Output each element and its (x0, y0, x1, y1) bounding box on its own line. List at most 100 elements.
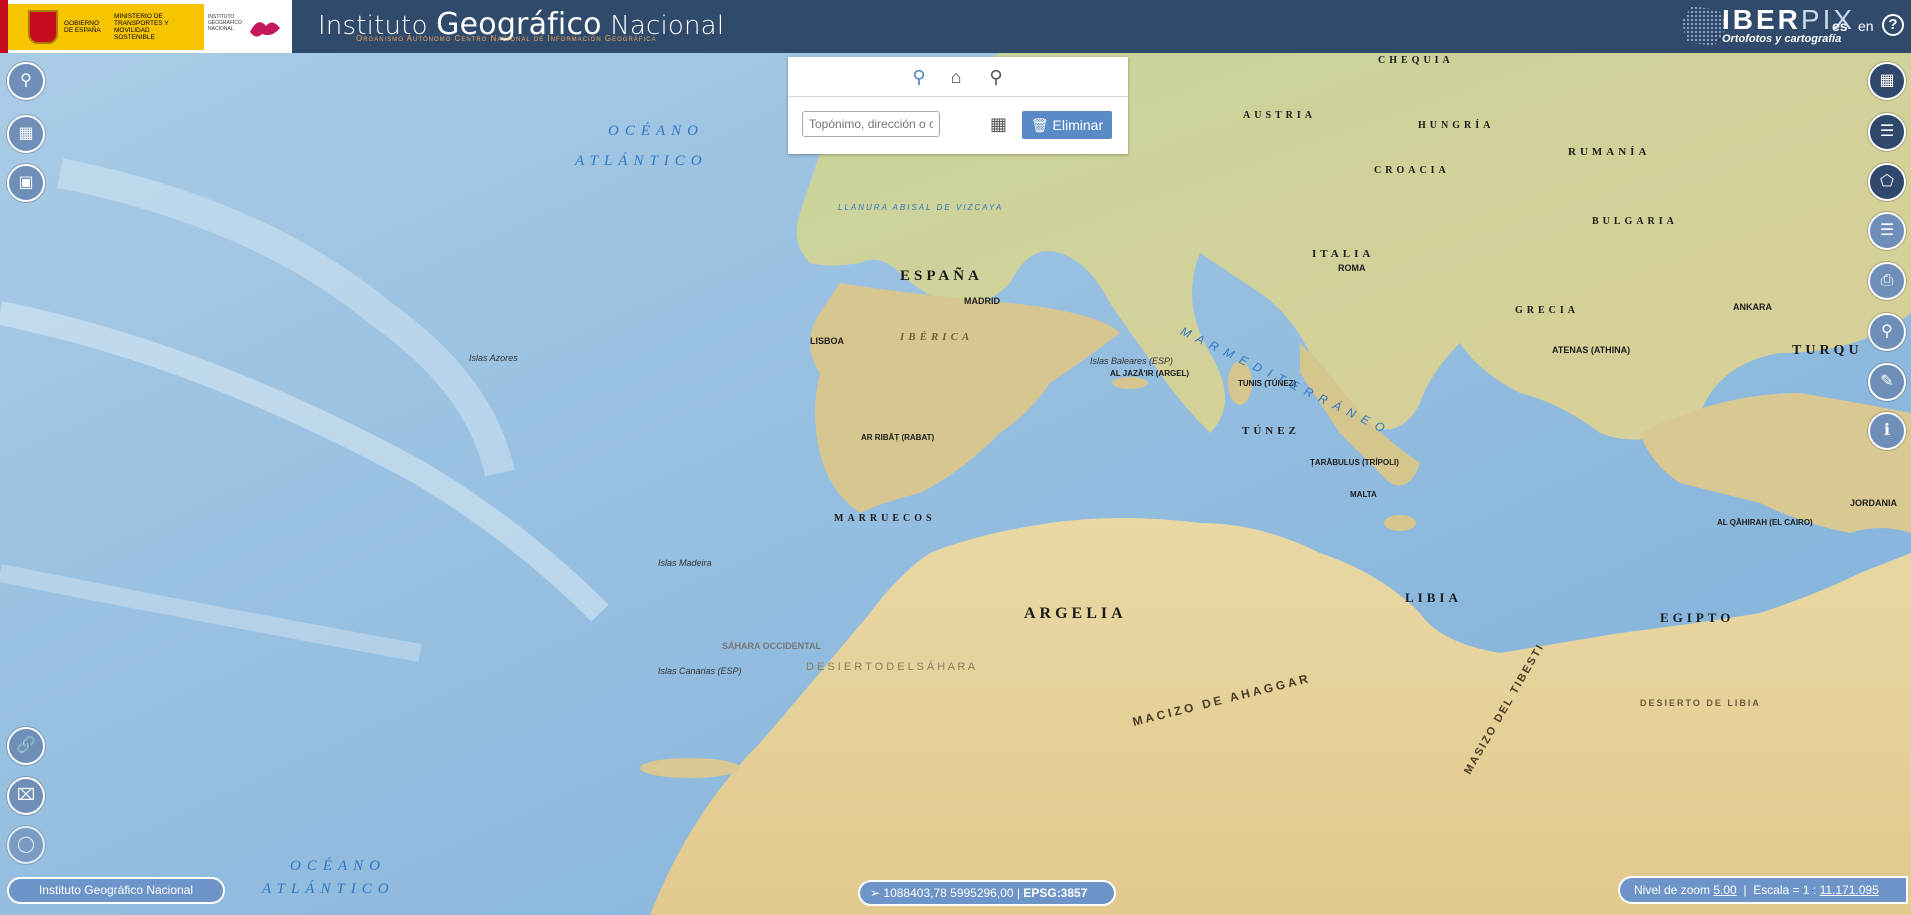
location-pin-icon[interactable]: ⚲ (983, 64, 1009, 90)
label-tripoli: ṬARĀBULUS (TRÍPOLI) (1310, 458, 1399, 467)
canary-islands (640, 758, 740, 778)
label-tunez: TÚNEZ (1242, 425, 1300, 437)
help-button[interactable]: ? (1882, 14, 1904, 36)
label-bulgaria: BULGARIA (1592, 216, 1678, 227)
label-lisboa: LISBOA (810, 336, 845, 346)
search-input[interactable] (802, 111, 940, 137)
ign-logo-icon (250, 22, 280, 37)
label-rabat: AR RIBĀṬ (RABAT) (861, 433, 935, 442)
label-malta: MALTA (1350, 490, 1377, 499)
coordinates-value: 1088403,78 5995296,00 (883, 886, 1014, 900)
label-egipto: EGIPTO (1660, 610, 1735, 625)
label-roma: ROMA (1338, 263, 1366, 273)
zoom-search-icon: ⚲ (20, 72, 32, 89)
government-banner: GOBIERNO DE ESPAÑA MINISTERIO DE TRANSPO… (8, 4, 204, 50)
lang-en-link[interactable]: en (1858, 18, 1874, 34)
label-el-cairo: AL QĀHIRAH (EL CAIRO) (1717, 518, 1813, 527)
label-chequia: CHEQUIA (1378, 55, 1454, 66)
zoom-scale-display: Nivel de zoom 5.00 | Escala = 1 : 11.171… (1618, 876, 1908, 904)
app-header: GOBIERNO DE ESPAÑA MINISTERIO DE TRANSPO… (0, 0, 1911, 53)
label-grecia: GRECIA (1515, 305, 1580, 316)
draw-button[interactable]: ⬠ (1868, 163, 1906, 201)
ign-link-button[interactable]: Instituto Geográfico Nacional (7, 877, 225, 904)
search-location-icon[interactable]: ⚲ (906, 64, 932, 90)
label-jordania: JORDANIA (1850, 498, 1898, 508)
cursor-icon: ➢ (870, 886, 881, 900)
label-madrid: MADRID (964, 296, 1000, 306)
globe-button[interactable]: ◯ (7, 826, 45, 864)
label-atenas: ATENAS (ATHINA) (1552, 345, 1631, 355)
label-desierto-libia: DESIERTO DE LIBIA (1640, 698, 1761, 708)
label-argelia: ARGELIA (1024, 605, 1127, 622)
government-logo[interactable]: GOBIERNO DE ESPAÑA MINISTERIO DE TRANSPO… (0, 0, 292, 53)
info-icon: ℹ (1883, 422, 1891, 439)
label-ankara: ANKARA (1733, 302, 1772, 312)
label-islas-madeira: Islas Madeira (658, 558, 712, 568)
label-espana: ESPAÑA (900, 268, 983, 284)
grid-icon: ▦ (1879, 72, 1895, 89)
search-panel: ⚲ ⌂ ⚲ ▦ 🗑 Eliminar (788, 57, 1128, 154)
label-baleares: Islas Baleares (ESP) (1090, 356, 1174, 366)
label-llanura-vizcaya: LLANURA ABISAL DE VIZCAYA (838, 203, 1004, 212)
home-search-icon[interactable]: ⌂ (943, 64, 969, 90)
print-button[interactable]: ⎙ (1868, 262, 1906, 300)
share-button[interactable]: ⌧ (7, 777, 45, 815)
epsg-code: EPSG:3857 (1023, 886, 1088, 900)
layers-button[interactable]: ☰ (1868, 113, 1906, 151)
site-subtitle: Organismo Autónomo Centro Nacional de In… (356, 34, 657, 43)
search-tabs: ⚲ ⌂ ⚲ (788, 57, 1128, 97)
label-islas-azores: Islas Azores (469, 353, 518, 363)
label-argel: AL JAZĀ'IR (ARGEL) (1110, 369, 1190, 378)
scale-value[interactable]: 11.171.095 (1820, 883, 1879, 897)
grid-button[interactable]: ▦ (1868, 62, 1906, 100)
label-austria: AUSTRIA (1243, 110, 1317, 121)
label-italia: ITALIA (1312, 248, 1375, 260)
label-croacia: CROACIA (1374, 165, 1450, 176)
location-query-button[interactable]: ⚲ (1868, 313, 1906, 351)
zoom-extent-icon: ▦ (18, 125, 34, 142)
label-oceano: OCÉANO (608, 123, 704, 139)
delete-label: Eliminar (1052, 117, 1104, 133)
zoom-search-button[interactable]: ⚲ (7, 62, 45, 100)
app-subtitle: Ortofotos y cartografía (1722, 33, 1842, 45)
map-canvas[interactable]: OCÉANO ATLÁNTICO OCÉANO ATLÁNTICO ESPAÑA… (0, 53, 1911, 915)
trash-icon: 🗑 (1030, 117, 1049, 133)
zoom-label: Nivel de zoom (1634, 883, 1711, 897)
map-pick-icon[interactable]: ▦ (990, 111, 1014, 137)
display-button[interactable]: ▣ (7, 164, 45, 202)
coat-of-arms-icon (28, 10, 58, 44)
label-turquia: TURQU (1792, 343, 1863, 358)
label-atlantico-2: ATLÁNTICO (262, 881, 395, 897)
display-icon: ▣ (18, 174, 34, 191)
label-iberica: IBÉRICA (900, 331, 974, 343)
sicily (1384, 515, 1416, 531)
ign-logo-label: INSTITUTO GEOGRÁFICO NACIONAL (208, 14, 242, 32)
draw-polygon-icon: ⬠ (1880, 173, 1894, 190)
zoom-extent-button[interactable]: ▦ (7, 115, 45, 153)
ministry-label: MINISTERIO DE TRANSPORTES Y MOVILIDAD SO… (114, 13, 169, 41)
measure-button[interactable]: ✎ (1868, 363, 1906, 401)
coordinates-display[interactable]: ➢ 1088403,78 5995296,00 | EPSG:3857 (858, 880, 1116, 906)
zoom-value[interactable]: 5.00 (1713, 883, 1736, 897)
layers-icon: ☰ (1879, 123, 1895, 140)
lang-es-link[interactable]: es (1832, 18, 1848, 34)
app-name-part1: IBER (1722, 4, 1801, 35)
label-hungria: HUNGRÍA (1418, 120, 1495, 131)
balearic-islands (1112, 377, 1148, 389)
catalog-button[interactable]: ☰ (1868, 212, 1906, 250)
share-icon: ⌧ (16, 787, 36, 804)
scale-label: Escala = 1 : (1753, 883, 1817, 897)
catalog-icon: ☰ (1879, 222, 1895, 239)
label-oceano-2: OCÉANO (290, 858, 386, 874)
link-icon: 🔗 (16, 737, 36, 754)
label-rumania: RUMANÍA (1568, 146, 1651, 158)
info-button[interactable]: ℹ (1868, 412, 1906, 450)
label-marruecos: MARRUECOS (834, 513, 936, 524)
government-label: GOBIERNO DE ESPAÑA (64, 20, 101, 34)
measure-icon: ✎ (1880, 373, 1894, 390)
delete-button[interactable]: 🗑 Eliminar (1022, 111, 1112, 139)
label-desierto-sahara: D E S I E R T O D E L S Á H A R A (806, 661, 976, 673)
globe-icon: ◯ (17, 836, 35, 853)
link-button[interactable]: 🔗 (7, 727, 45, 765)
flag-stripe (0, 0, 8, 53)
